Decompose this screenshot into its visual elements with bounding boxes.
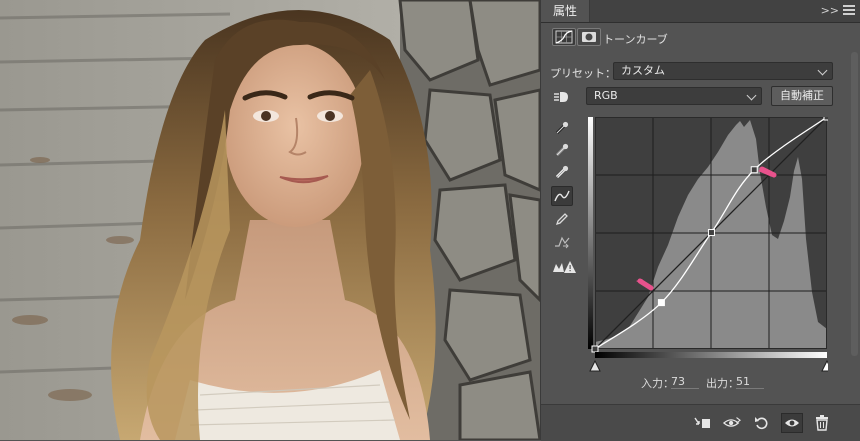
input-label: 入力： [641,377,674,390]
output-label: 出力： [706,377,739,390]
curve-point[interactable] [657,299,665,307]
white-point-slider[interactable] [821,359,828,372]
edit-points-icon[interactable] [551,186,573,206]
preset-select[interactable]: カスタム [613,62,833,80]
curve-point[interactable] [823,117,828,121]
view-previous-state-icon[interactable] [723,415,741,431]
pencil-icon[interactable] [551,209,573,229]
output-gradient-bar [588,117,593,349]
curve-point[interactable] [591,345,599,353]
eyedropper-gray-point-icon[interactable] [551,140,573,160]
adjustment-type-title: トーンカーブ [603,33,668,46]
input-value[interactable]: 73 [671,375,699,389]
preset-label: プリセット： [550,67,616,80]
curve-point[interactable] [707,229,715,237]
channel-select-value: RGB [594,89,618,102]
curve-point[interactable] [750,166,758,174]
portrait-photo [0,0,540,440]
preset-select-value: カスタム [621,64,665,77]
chevron-down-icon [817,65,828,76]
panel-scrollbar[interactable] [851,52,858,356]
properties-panel: 属性 >> トーンカーブ プリセット： カスタム RGB 自動補正 入力： 73… [540,0,860,441]
panel-menu-icon[interactable] [843,5,855,16]
on-image-adjust-icon[interactable] [551,87,573,107]
input-gradient-bar [595,352,827,358]
chevron-down-icon [746,90,757,101]
panel-footer-toolbar [541,404,860,441]
trash-icon[interactable] [813,415,831,431]
eye-icon[interactable] [781,413,803,433]
black-point-slider[interactable] [589,359,601,372]
panel-tab-properties[interactable]: 属性 [541,0,590,22]
photo-canvas [0,0,540,440]
channel-select[interactable]: RGB [586,87,762,105]
eyedropper-white-point-icon[interactable] [551,162,573,182]
collapse-panel-button[interactable]: >> [821,0,839,22]
layer-mask-icon[interactable] [577,28,601,46]
curve-graph[interactable] [588,117,828,373]
auto-adjust-button[interactable]: 自動補正 [771,86,833,106]
clip-to-layer-icon[interactable] [693,415,711,431]
reset-icon[interactable] [753,415,771,431]
panel-titlebar: 属性 >> [541,0,860,23]
eyedropper-black-point-icon[interactable] [551,118,573,138]
smooth-curve-icon[interactable] [551,232,573,252]
output-value[interactable]: 51 [736,375,764,389]
clipping-warning-icon[interactable] [551,257,577,277]
curves-adjustment-icon[interactable] [552,28,576,46]
